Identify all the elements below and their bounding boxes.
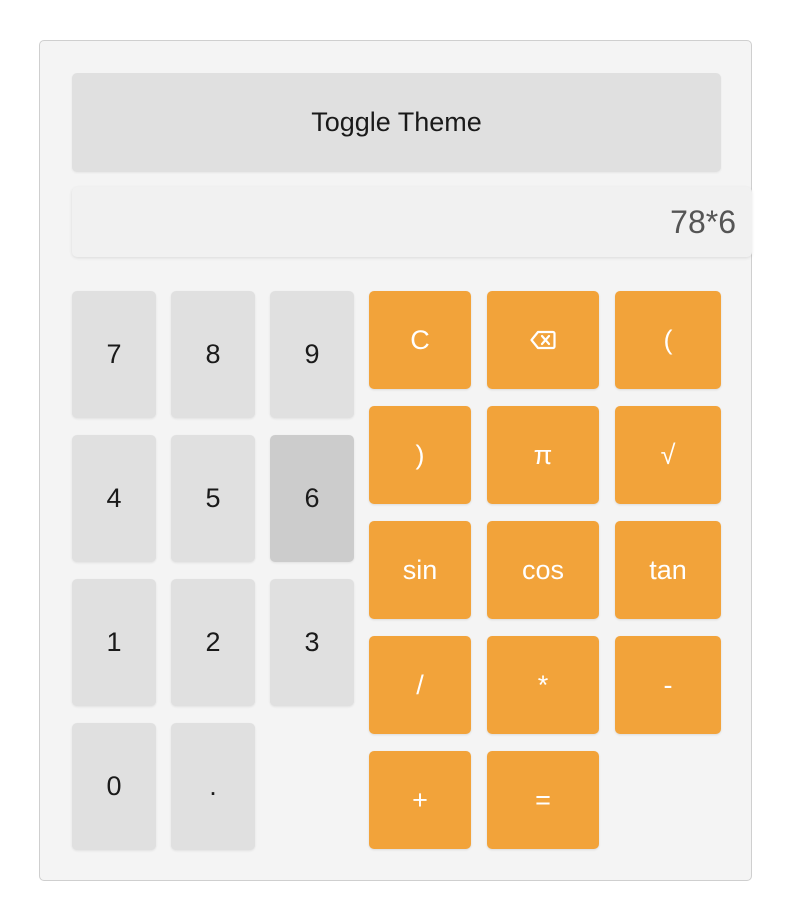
add-button[interactable]: + bbox=[369, 751, 471, 849]
toggle-theme-button[interactable]: Toggle Theme bbox=[72, 73, 721, 172]
key-0[interactable]: 0 bbox=[72, 723, 156, 850]
key-5[interactable]: 5 bbox=[171, 435, 255, 562]
calculator-display: 78*6 bbox=[72, 187, 752, 257]
key-2[interactable]: 2 bbox=[171, 579, 255, 706]
cos-button[interactable]: cos bbox=[487, 521, 599, 619]
multiply-button[interactable]: * bbox=[487, 636, 599, 734]
equals-button[interactable]: = bbox=[487, 751, 599, 849]
divide-button[interactable]: / bbox=[369, 636, 471, 734]
pi-button[interactable]: π bbox=[487, 406, 599, 504]
display-expression: 78*6 bbox=[670, 203, 736, 240]
sin-button[interactable]: sin bbox=[369, 521, 471, 619]
close-paren-button[interactable]: ) bbox=[369, 406, 471, 504]
key-7[interactable]: 7 bbox=[72, 291, 156, 418]
key-decimal[interactable]: . bbox=[171, 723, 255, 850]
key-3[interactable]: 3 bbox=[270, 579, 354, 706]
backspace-icon bbox=[530, 330, 556, 350]
clear-button[interactable]: C bbox=[369, 291, 471, 389]
subtract-button[interactable]: - bbox=[615, 636, 721, 734]
key-6[interactable]: 6 bbox=[270, 435, 354, 562]
calculator-panel: Toggle Theme 78*6 7 8 9 4 5 6 1 2 3 0 . … bbox=[39, 40, 752, 881]
key-1[interactable]: 1 bbox=[72, 579, 156, 706]
key-9[interactable]: 9 bbox=[270, 291, 354, 418]
sqrt-button[interactable]: √ bbox=[615, 406, 721, 504]
open-paren-button[interactable]: ( bbox=[615, 291, 721, 389]
key-4[interactable]: 4 bbox=[72, 435, 156, 562]
backspace-button[interactable] bbox=[487, 291, 599, 389]
key-8[interactable]: 8 bbox=[171, 291, 255, 418]
tan-button[interactable]: tan bbox=[615, 521, 721, 619]
